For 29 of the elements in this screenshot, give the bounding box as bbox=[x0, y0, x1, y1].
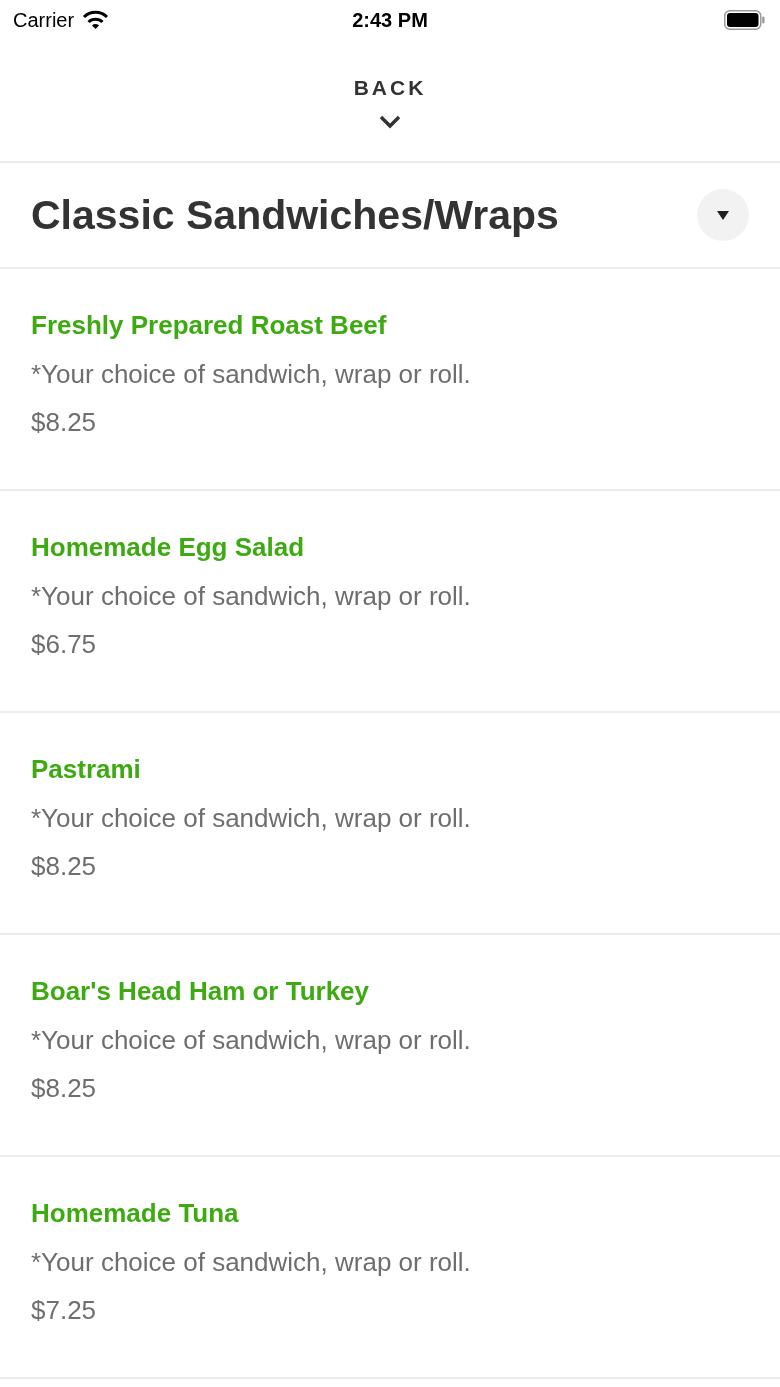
item-description: *Your choice of sandwich, wrap or roll. bbox=[31, 1024, 472, 1056]
item-price: $7.25 bbox=[31, 1294, 98, 1326]
item-price: $8.25 bbox=[31, 850, 98, 882]
item-name: Pastrami bbox=[31, 753, 142, 785]
item-name: Homemade Tuna bbox=[31, 1197, 240, 1229]
item-name: Homemade Egg Salad bbox=[31, 531, 306, 563]
item-description: *Your choice of sandwich, wrap or roll. bbox=[31, 1246, 472, 1278]
wifi-icon bbox=[82, 10, 110, 30]
menu-item[interactable]: Pastrami *Your choice of sandwich, wrap or roll. $8.25 bbox=[0, 713, 780, 935]
item-name: Freshly Prepared Roast Beef bbox=[31, 309, 388, 341]
carrier-label: Carrier bbox=[13, 8, 75, 32]
item-name: Boar's Head Ham or Turkey bbox=[31, 975, 371, 1007]
clock-time: 2:43 PM bbox=[352, 8, 428, 32]
item-description: *Your choice of sandwich, wrap or roll. bbox=[31, 802, 472, 834]
menu-item[interactable]: Freshly Prepared Roast Beef *Your choice of sandwich, wrap or roll. $8.25 bbox=[0, 269, 780, 491]
item-price: $6.75 bbox=[31, 628, 98, 660]
caret-down-icon bbox=[717, 210, 729, 220]
menu-item[interactable]: Homemade Tuna *Your choice of sandwich, wrap or roll. $7.25 bbox=[0, 1157, 780, 1379]
chevron-down-icon bbox=[379, 115, 401, 129]
dropdown-button[interactable] bbox=[697, 189, 749, 241]
section-title: Classic Sandwiches/Wraps bbox=[31, 191, 559, 239]
item-price: $8.25 bbox=[31, 406, 98, 438]
battery-icon bbox=[724, 10, 765, 30]
menu-item[interactable]: Homemade Egg Salad *Your choice of sandwich, wrap or roll. $6.75 bbox=[0, 491, 780, 713]
back-link[interactable]: BACK bbox=[353, 75, 427, 101]
item-description: *Your choice of sandwich, wrap or roll. bbox=[31, 580, 472, 612]
item-description: *Your choice of sandwich, wrap or roll. bbox=[31, 358, 472, 390]
menu-item[interactable]: Boar's Head Ham or Turkey *Your choice of sandwich, wrap or roll. $8.25 bbox=[0, 935, 780, 1157]
item-price: $8.25 bbox=[31, 1072, 98, 1104]
